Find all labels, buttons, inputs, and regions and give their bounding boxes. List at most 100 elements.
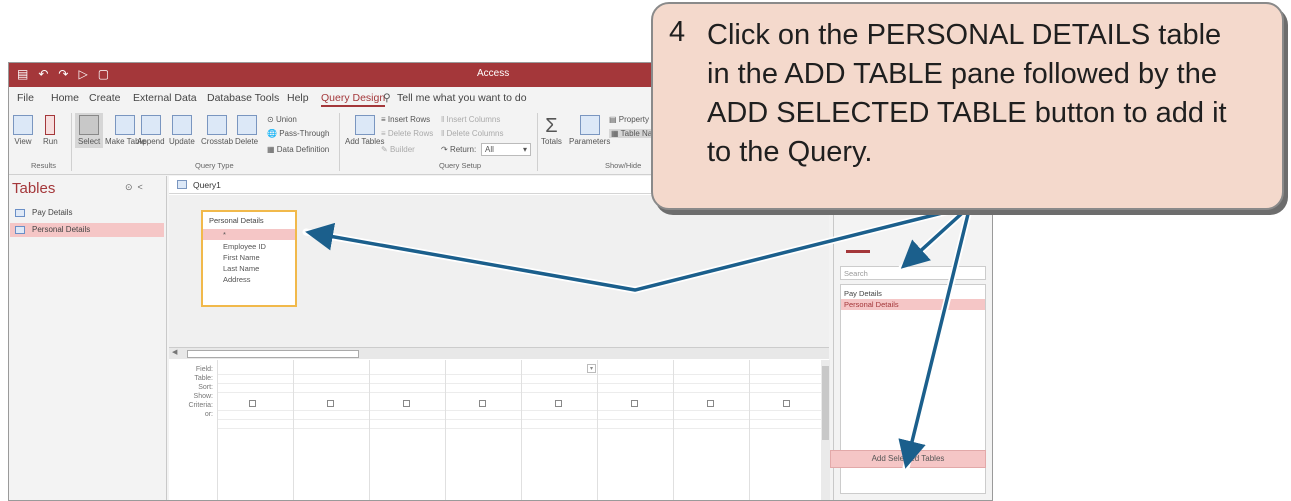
design-grid: Field: Table: Sort: Show: Criteria: or: …: [169, 360, 829, 500]
run-button[interactable]: Run: [43, 115, 58, 146]
grid-line: [217, 383, 827, 384]
run-icon: [45, 115, 56, 135]
tab-help[interactable]: Help: [287, 92, 309, 104]
open-icon[interactable]: ▷: [78, 67, 87, 81]
query-design-document: Query1 Personal Details * Employee ID Fi…: [169, 176, 829, 500]
redo-icon[interactable]: ↷: [58, 67, 68, 81]
grid-column-line: [445, 360, 446, 500]
update-button[interactable]: Update: [169, 115, 195, 146]
totals-button[interactable]: Σ Totals: [541, 115, 562, 146]
ribbon-separator: [71, 113, 72, 171]
show-checkbox[interactable]: [783, 400, 790, 407]
instruction-line: ADD SELECTED TABLE button to add it: [707, 97, 1227, 129]
show-hide-group-label: Show/Hide: [605, 161, 642, 170]
table-icon: [15, 226, 25, 234]
query-icon: [177, 180, 187, 189]
builder-button[interactable]: ✎ Builder: [381, 145, 415, 154]
field-item[interactable]: Employee ID: [203, 241, 295, 252]
new-icon[interactable]: ▢: [98, 67, 109, 81]
data-definition-button[interactable]: ▦ Data Definition: [267, 145, 329, 154]
instruction-line: Click on the PERSONAL DETAILS table: [707, 19, 1222, 51]
save-icon[interactable]: ▤: [17, 67, 28, 81]
vertical-scrollbar[interactable]: [821, 360, 830, 500]
view-button[interactable]: View: [13, 115, 33, 146]
return-label: ↷ Return:: [441, 145, 477, 154]
parameters-button[interactable]: Parameters: [569, 115, 610, 146]
show-checkbox[interactable]: [479, 400, 486, 407]
sigma-icon: Σ: [545, 115, 558, 137]
tab-database-tools[interactable]: Database Tools: [207, 92, 279, 104]
append-button[interactable]: Append: [137, 115, 165, 146]
show-checkbox[interactable]: [631, 400, 638, 407]
tab-query-design[interactable]: Query Design: [321, 92, 386, 107]
grid-column-line: [597, 360, 598, 500]
field-item[interactable]: First Name: [203, 252, 295, 263]
instruction-text: Click on the PERSONAL DETAILS table in t…: [707, 16, 1227, 172]
field-item[interactable]: Last Name: [203, 263, 295, 274]
tab-home[interactable]: Home: [51, 92, 79, 104]
delete-columns-button[interactable]: ‖ Delete Columns: [441, 129, 503, 138]
add-selected-tables-button[interactable]: Add Selected Tables: [830, 450, 986, 468]
update-icon: [171, 115, 192, 135]
scroll-left-icon[interactable]: ◀: [172, 348, 177, 356]
grid-column-line: [521, 360, 522, 500]
show-checkbox[interactable]: [403, 400, 410, 407]
delete-button[interactable]: Delete: [235, 115, 258, 146]
grid-line: [217, 428, 827, 429]
add-tables-button[interactable]: Add Tables: [345, 115, 384, 146]
table-names-button[interactable]: ▦ Table Na: [609, 129, 655, 138]
return-select[interactable]: All ▾: [481, 143, 531, 156]
grid-row-label: Field:: [195, 366, 213, 373]
select-query-button[interactable]: Select: [75, 113, 104, 148]
search-input[interactable]: Search: [840, 266, 986, 280]
tell-me-box[interactable]: Tell me what you want to do: [397, 92, 527, 104]
field-list-personal-details[interactable]: Personal Details * Employee ID First Nam…: [201, 210, 297, 307]
field-item[interactable]: Address: [203, 274, 295, 285]
table-icon: [15, 209, 25, 217]
grid-row-label: or:: [204, 411, 213, 418]
quick-access-toolbar: ▤ ↶ ↷ ▷ ▢: [17, 67, 109, 81]
table-pane: Personal Details * Employee ID First Nam…: [169, 195, 829, 347]
delete-rows-button[interactable]: ≡ Delete Rows: [381, 129, 433, 138]
add-tables-icon: [354, 115, 375, 135]
scroll-thumb[interactable]: [822, 366, 829, 440]
query-type-group-label: Query Type: [195, 161, 234, 170]
union-button[interactable]: ⊙ Union: [267, 115, 297, 124]
tab-file[interactable]: File: [17, 92, 34, 104]
query-setup-group-label: Query Setup: [439, 161, 482, 170]
nav-item-pay-details[interactable]: Pay Details: [10, 206, 164, 220]
nav-controls[interactable]: ⊙ <: [125, 182, 143, 193]
tab-create[interactable]: Create: [89, 92, 121, 104]
field-dropdown-icon[interactable]: ▾: [587, 364, 596, 373]
tab-external-data[interactable]: External Data: [133, 92, 197, 104]
show-checkbox[interactable]: [707, 400, 714, 407]
step-number: 4: [669, 16, 686, 48]
grid-line: [217, 374, 827, 375]
show-checkbox[interactable]: [555, 400, 562, 407]
pass-through-button[interactable]: 🌐 Pass-Through: [267, 129, 329, 138]
list-item-personal-details[interactable]: Personal Details: [841, 299, 985, 310]
show-checkbox[interactable]: [327, 400, 334, 407]
list-item-pay-details[interactable]: Pay Details: [841, 288, 985, 299]
scroll-thumb[interactable]: [187, 350, 359, 358]
grid-line: [217, 410, 827, 411]
document-tab-label: Query1: [193, 180, 221, 190]
ribbon-separator: [339, 113, 340, 171]
nav-item-personal-details[interactable]: Personal Details: [10, 223, 164, 237]
crosstab-button[interactable]: Crosstab: [201, 115, 233, 146]
undo-icon[interactable]: ↶: [38, 67, 48, 81]
property-sheet-button[interactable]: ▤ Property: [609, 115, 649, 124]
field-item[interactable]: *: [203, 229, 295, 240]
navigation-pane: Tables ⊙ < Pay Details Personal Details: [9, 176, 167, 500]
grid-row-label: Table:: [194, 375, 213, 382]
insert-columns-button[interactable]: ‖ Insert Columns: [441, 115, 500, 124]
horizontal-scrollbar[interactable]: ◀: [169, 347, 829, 359]
ribbon-separator: [537, 113, 538, 171]
show-checkbox[interactable]: [249, 400, 256, 407]
grid-line: [217, 419, 827, 420]
chevron-down-icon: ▾: [522, 145, 527, 154]
search-icon[interactable]: ⚲: [383, 92, 391, 104]
insert-rows-button[interactable]: ≡ Insert Rows: [381, 115, 430, 124]
grid-column-line: [369, 360, 370, 500]
instruction-line: in the ADD TABLE pane followed by the: [707, 58, 1217, 90]
